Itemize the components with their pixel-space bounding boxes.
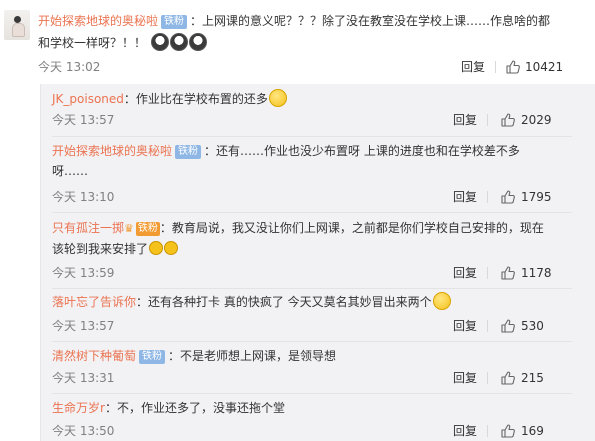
reply-item: JK_poisoned：作业比在学校布置的还多 — [52, 89, 562, 109]
avatar-body — [12, 23, 25, 37]
main-comment-text: ：上网课的意义呢？？？除了没在教室没在学校上课……作息啥的都 — [190, 14, 551, 28]
divider — [495, 61, 496, 73]
reply-username[interactable]: 清然树下种葡萄 — [52, 349, 136, 363]
fan-badge[interactable]: 铁粉 — [161, 15, 188, 29]
reply-button[interactable]: 回复 — [453, 317, 477, 335]
emoji-icon — [268, 89, 287, 107]
reply-line1: 只有孤注一掷♛ 铁粉 ：教育局说，我又没让你们上网课，之前都是你们学校自己安排的，现… — [52, 218, 562, 239]
reply-time: 今天 13:57 — [52, 319, 115, 333]
reply-text-cont: 该轮到我来安排了 — [52, 242, 149, 256]
like-count[interactable]: 169 — [521, 422, 544, 440]
like-count[interactable]: 1795 — [521, 188, 552, 206]
crown-icon: ♛ — [124, 222, 134, 235]
reply-item: 开始探索地球的奥秘啦 铁粉 ：还有……作业也没少布置呀 上课的进度也和在学校差不多 … — [52, 141, 562, 181]
main-comment-line2: 和学校一样呀？！！ — [38, 32, 558, 54]
reply-text: ：还有各种打卡 真的快疯了 今天又莫名其妙冒出来两个 — [136, 295, 432, 309]
reply-item: 清然树下种葡萄 铁粉 ：不是老师想上网课，是领导想 — [52, 346, 562, 366]
like-count[interactable]: 1178 — [521, 264, 552, 282]
like-count[interactable]: 215 — [521, 369, 544, 387]
reply-button[interactable]: 回复 — [453, 264, 477, 282]
separator — [52, 288, 572, 289]
reply-username[interactable]: 生命万岁r — [52, 401, 105, 415]
divider — [487, 372, 488, 384]
emoji-icon — [432, 292, 451, 310]
reply-meta: 今天 13:50 回复 169 — [52, 422, 562, 440]
reply-item: 生命万岁r：不，作业还多了，没事还拖个堂 — [52, 398, 562, 418]
thumbs-up-icon[interactable] — [501, 190, 515, 204]
divider — [487, 267, 488, 279]
like-count[interactable]: 10421 — [525, 58, 563, 76]
main-comment-username[interactable]: 开始探索地球的奥秘啦 — [38, 14, 158, 28]
reply-line2: 该轮到我来安排了 — [52, 239, 562, 259]
panda-emoji-icon — [188, 33, 207, 51]
divider — [487, 191, 488, 203]
reply-text: ：还有……作业也没少布置呀 上课的进度也和在学校差不多 — [204, 144, 520, 158]
reply-time: 今天 13:57 — [52, 113, 115, 127]
reply-text: ：作业比在学校布置的还多 — [123, 92, 268, 106]
reply-button[interactable]: 回复 — [453, 111, 477, 129]
thumbs-up-icon[interactable] — [501, 319, 515, 333]
reply-username[interactable]: 开始探索地球的奥秘啦 — [52, 144, 172, 158]
separator — [52, 393, 572, 394]
avatar-head — [14, 16, 21, 23]
fan-badge[interactable]: 铁粉 — [175, 145, 202, 159]
reply-time: 今天 13:50 — [52, 424, 115, 438]
like-count[interactable]: 2029 — [521, 111, 552, 129]
reply-button[interactable]: 回复 — [453, 188, 477, 206]
reply-text: ：不是老师想上网课，是领导想 — [168, 349, 337, 363]
like-count[interactable]: 530 — [521, 317, 544, 335]
separator — [52, 136, 572, 137]
reply-meta: 今天 13:57 回复 530 — [52, 317, 562, 335]
panda-emoji-icon — [169, 33, 188, 51]
comment-time: 今天 13:02 — [38, 60, 101, 74]
avatar[interactable] — [4, 10, 30, 40]
divider — [487, 425, 488, 437]
separator — [52, 341, 572, 342]
main-comment-meta: 今天 13:02 回复 10421 — [38, 58, 563, 76]
panda-emoji-icon — [150, 33, 169, 51]
thumbs-up-icon[interactable] — [501, 266, 515, 280]
reply-username[interactable]: 落叶忘了告诉你 — [52, 295, 136, 309]
reply-username[interactable]: JK_poisoned — [52, 92, 124, 106]
reply-meta: 今天 13:31 回复 215 — [52, 369, 562, 387]
reply-item: 落叶忘了告诉你：还有各种打卡 真的快疯了 今天又莫名其妙冒出来两个 — [52, 292, 562, 312]
reply-button[interactable]: 回复 — [461, 58, 485, 76]
laugh-emoji-icon — [149, 241, 164, 255]
reply-meta: 今天 13:10 回复 1795 — [52, 188, 562, 206]
reply-line2: 呀…… — [52, 161, 562, 181]
main-comment: 开始探索地球的奥秘啦 铁粉 ：上网课的意义呢？？？除了没在教室没在学校上课……作息啥… — [38, 10, 558, 54]
divider — [487, 114, 488, 126]
reply-button[interactable]: 回复 — [453, 369, 477, 387]
reply-text: ：不，作业还多了，没事还拖个堂 — [104, 401, 285, 415]
fan-badge[interactable]: 铁粉 — [135, 222, 160, 236]
main-comment-text-cont: 和学校一样呀？！！ — [38, 36, 147, 50]
reply-time: 今天 13:31 — [52, 371, 115, 385]
replies-panel: JK_poisoned：作业比在学校布置的还多 今天 13:57 回复 2029… — [40, 84, 595, 441]
fan-badge[interactable]: 铁粉 — [139, 350, 166, 364]
thumbs-up-icon[interactable] — [501, 424, 515, 438]
reply-item: 只有孤注一掷♛ 铁粉 ：教育局说，我又没让你们上网课，之前都是你们学校自己安排的，现… — [52, 218, 562, 259]
divider — [487, 320, 488, 332]
thumbs-up-icon[interactable] — [501, 113, 515, 127]
thumbs-up-icon[interactable] — [506, 60, 520, 74]
reply-text: ：教育局说，我又没让你们上网课，之前都是你们学校自己安排的，现在 — [159, 221, 544, 235]
reply-meta: 今天 13:59 回复 1178 — [52, 264, 562, 282]
separator — [52, 212, 572, 213]
reply-time: 今天 13:59 — [52, 266, 115, 280]
reply-button[interactable]: 回复 — [453, 422, 477, 440]
reply-username[interactable]: 只有孤注一掷 — [52, 221, 124, 235]
reply-meta: 今天 13:57 回复 2029 — [52, 111, 562, 129]
thumbs-up-icon[interactable] — [501, 371, 515, 385]
reply-line1: 开始探索地球的奥秘啦 铁粉 ：还有……作业也没少布置呀 上课的进度也和在学校差不多 — [52, 141, 562, 161]
main-comment-line1: 开始探索地球的奥秘啦 铁粉 ：上网课的意义呢？？？除了没在教室没在学校上课……作息啥… — [38, 10, 558, 32]
laugh-emoji-icon — [164, 241, 179, 255]
reply-time: 今天 13:10 — [52, 190, 115, 204]
reply-text-cont: 呀…… — [52, 164, 89, 178]
